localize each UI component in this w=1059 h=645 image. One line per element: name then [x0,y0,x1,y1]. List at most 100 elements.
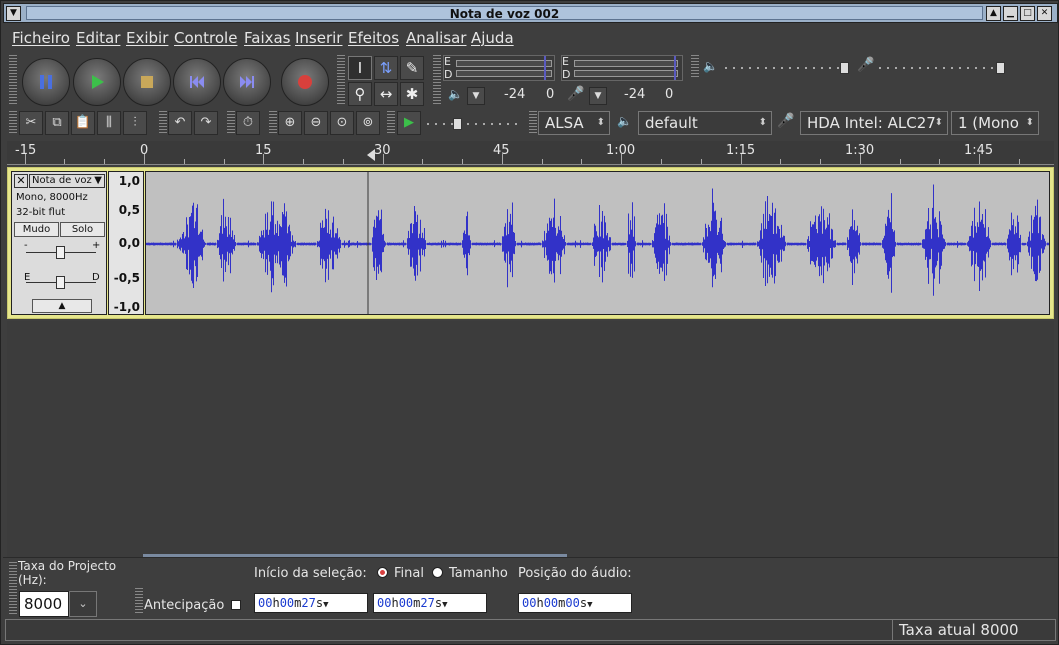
waveform-display[interactable] [145,171,1050,315]
redo-button[interactable]: ↷ [194,111,218,135]
output-volume-icon: 🔈 [703,59,718,73]
draw-tool[interactable]: ✎ [400,56,424,80]
fit-selection-button[interactable]: ⊙ [330,111,354,135]
recording-device-value: HDA Intel: ALC27 [807,114,936,132]
silence-button[interactable]: ⫶ [123,111,147,135]
play-speed-thumb[interactable] [453,118,462,130]
window-menu-button[interactable]: ▼ [6,6,21,21]
timeline-ruler[interactable]: -15 0 15 30 45 1:00 1:15 1:30 1:45 [7,141,1054,165]
close-button[interactable]: ✕ [1037,6,1052,21]
toolbar-grip[interactable] [159,111,167,135]
playback-device-value: default [645,114,698,132]
shade-button[interactable]: ▲ [986,6,1001,21]
toolbar-grip[interactable] [269,111,277,135]
record-meter-menu[interactable]: ▼ [589,87,607,105]
toolbar-grip[interactable] [9,111,17,135]
track-area-empty[interactable] [7,321,1054,557]
minimize-button[interactable]: ▁ [1003,6,1018,21]
length-radio[interactable] [432,567,443,578]
updown-icon: ⬍ [596,117,605,128]
toolbar-grip[interactable] [691,55,699,79]
stop-button[interactable] [123,58,171,106]
project-rate-input[interactable]: 8000 [19,591,69,617]
track-name-menu[interactable]: Nota de voz ▼ [29,174,105,188]
solo-button[interactable]: Solo [60,222,105,237]
play-speed-slider[interactable] [427,123,519,125]
mute-button[interactable]: Mudo [14,222,59,237]
envelope-tool[interactable]: ⇅ [374,56,398,80]
playback-meter[interactable] [443,55,555,81]
ruler-tick [780,159,782,164]
toolbar-grip[interactable] [387,111,395,135]
zoom-out-button[interactable]: ⊖ [304,111,328,135]
record-meter[interactable] [561,55,683,81]
time-unit: s [315,596,324,610]
play-head-marker[interactable] [367,149,375,161]
toolbar-grip[interactable] [337,55,345,105]
ruler-tick [223,159,225,164]
menu-editar[interactable]: Editar [76,29,120,47]
play-button[interactable] [73,58,121,106]
playback-meter-menu[interactable]: ▼ [467,87,485,105]
play-at-speed-button[interactable]: ▶ [397,111,421,135]
collapse-track-button[interactable]: ▲ [32,299,92,313]
menu-analisar[interactable]: Analisar [406,29,466,47]
time-digits: 00 [543,596,559,610]
cut-button[interactable]: ✂ [19,111,43,135]
selection-start-time[interactable]: 00h00m27s▼ [254,593,368,613]
paste-button[interactable]: 📋 [71,111,95,135]
menu-faixas[interactable]: Faixas [244,29,291,47]
audio-host-select[interactable]: ALSA ⬍ [538,111,610,135]
output-volume-thumb[interactable] [840,62,849,74]
snap-checkbox[interactable] [231,600,241,610]
skip-to-start-button[interactable] [173,58,221,106]
time-digits: 00 [279,596,295,610]
toolbar-grip[interactable] [9,562,17,614]
track-close-button[interactable]: ✕ [14,174,28,188]
fit-project-button[interactable]: ⊚ [356,111,380,135]
multi-tool[interactable]: ✱ [400,82,424,106]
selection-tool[interactable]: I [348,56,372,80]
ruler-tick [621,154,623,164]
sync-lock-button[interactable]: ⏱ [236,111,260,135]
menu-inserir[interactable]: Inserir [295,29,342,47]
zoom-tool[interactable]: ⚲ [348,82,372,106]
record-button[interactable] [281,58,329,106]
gain-thumb[interactable] [56,246,65,259]
output-volume-slider[interactable] [725,67,849,69]
length-option-label: Tamanho [449,566,508,581]
pause-button[interactable] [22,58,70,106]
toolbar-grip[interactable] [529,111,537,135]
toolbar-grip[interactable] [227,111,235,135]
channels-select[interactable]: 1 (Mono ⬍ [951,111,1039,135]
time-unit: s [579,596,588,610]
ruler-tick [422,159,424,164]
toolbar-grip[interactable] [433,55,441,105]
menu-controle[interactable]: Controle [174,29,237,47]
project-rate-dropdown[interactable]: ⌄ [69,591,97,617]
pan-thumb[interactable] [56,276,65,289]
trim-button[interactable]: ⫼ [97,111,121,135]
copy-button[interactable]: ⧉ [45,111,69,135]
selection-end-time[interactable]: 00h00m27s▼ [373,593,487,613]
silence-icon: ⫶ [133,115,137,130]
menu-ficheiro[interactable]: Ficheiro [12,29,70,47]
scale-label: 0,5 [118,203,140,217]
zoom-in-button[interactable]: ⊕ [278,111,302,135]
menu-exibir[interactable]: Exibir [126,29,168,47]
playback-device-select[interactable]: default ⬍ [638,111,772,135]
toolbar-grip[interactable] [9,55,17,105]
maximize-button[interactable]: □ [1020,6,1035,21]
audio-position-time[interactable]: 00h00m00s▼ [518,593,632,613]
toolbar-grip[interactable] [135,588,143,614]
input-volume-slider[interactable] [879,67,1003,69]
menu-ajuda[interactable]: Ajuda [471,29,514,47]
undo-button[interactable]: ↶ [168,111,192,135]
menu-efeitos[interactable]: Efeitos [348,29,399,47]
time-shift-tool[interactable]: ↔ [374,82,398,106]
input-volume-thumb[interactable] [996,62,1005,74]
ruler-tick [581,159,583,164]
recording-device-select[interactable]: HDA Intel: ALC27 ⬍ [800,111,948,135]
end-radio[interactable] [377,567,388,578]
skip-to-end-button[interactable] [223,58,271,106]
